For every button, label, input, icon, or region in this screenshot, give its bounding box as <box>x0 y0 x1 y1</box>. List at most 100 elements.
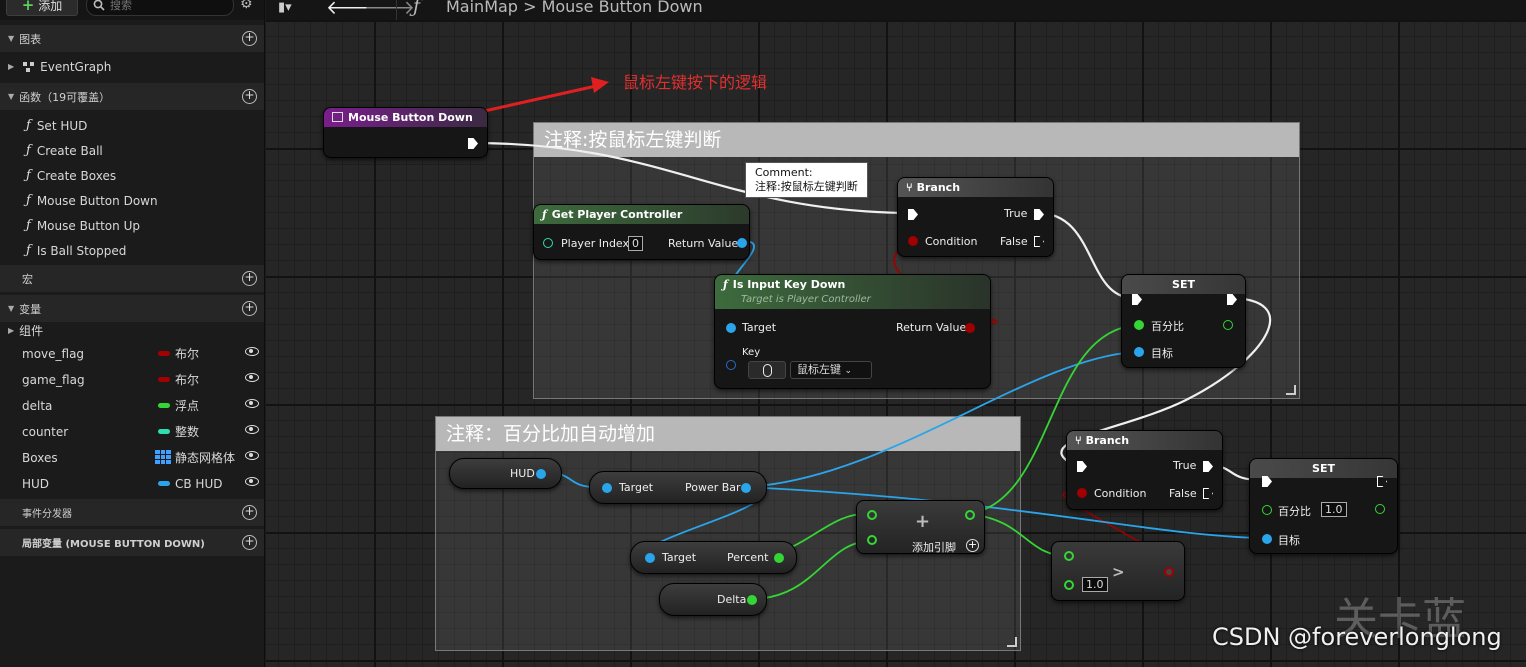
variable-item[interactable]: move_flag 布尔 <box>0 341 264 366</box>
percent-in-pin[interactable] <box>1134 320 1144 330</box>
bookmark-icon[interactable]: ▮▾ <box>278 0 292 15</box>
b-in-pin[interactable] <box>867 535 877 545</box>
node-is-input-key-down[interactable]: ƒ Is Input Key Down Target is Player Cont… <box>714 274 991 389</box>
target-pin[interactable] <box>1262 534 1272 544</box>
exec-in-pin[interactable] <box>908 209 918 220</box>
section-event-dispatchers[interactable]: 事件分发器 + <box>0 499 264 526</box>
compare-value-input[interactable]: 1.0 <box>1082 577 1108 592</box>
function-item[interactable]: ƒ Create Boxes <box>0 163 264 188</box>
gear-icon[interactable]: ⚙ <box>240 0 253 12</box>
eye-icon[interactable] <box>245 347 259 356</box>
function-item[interactable]: ƒ Is Ball Stopped <box>0 238 264 263</box>
add-local-variable-icon[interactable]: + <box>242 535 257 550</box>
a-in-pin[interactable] <box>1064 551 1074 561</box>
function-item[interactable]: ƒ Set HUD <box>0 113 264 138</box>
function-icon: ƒ <box>26 118 31 133</box>
blueprint-graph-canvas[interactable]: 注释:按鼠标左键判断 注释：百分比加自动增加 鼠标左键按下的逻辑 Mouse B… <box>266 20 1526 667</box>
condition-pin[interactable] <box>908 236 918 246</box>
variable-type: 布尔 <box>175 347 200 361</box>
target-pin[interactable] <box>645 553 655 563</box>
target-pin[interactable] <box>602 483 612 493</box>
section-variables[interactable]: ▼ 变量 + <box>0 295 264 322</box>
add-dispatcher-icon[interactable]: + <box>242 505 257 520</box>
add-pin-icon[interactable]: + <box>966 539 979 552</box>
section-macros[interactable]: 宏 + <box>0 265 264 292</box>
percent-out-pin[interactable] <box>1375 504 1385 514</box>
eye-icon[interactable] <box>245 451 259 460</box>
section-local-variables[interactable]: 局部变量 (MOUSE BUTTON DOWN) + <box>0 529 264 556</box>
false-exec-pin[interactable] <box>1034 236 1044 247</box>
key-pin[interactable] <box>726 360 736 370</box>
node-branch-1[interactable]: ⑂ Branch True Condition False <box>897 177 1054 257</box>
exec-in-pin[interactable] <box>1077 461 1087 472</box>
variable-item[interactable]: game_flag 布尔 <box>0 367 264 392</box>
breadcrumb-root[interactable]: MainMap <box>446 0 518 16</box>
percent-value-input[interactable]: 1.0 <box>1321 502 1347 517</box>
add-label: 添加 <box>38 0 63 13</box>
player-index-input[interactable]: 0 <box>628 236 643 251</box>
exec-in-pin[interactable] <box>1132 294 1142 305</box>
exec-out-pin[interactable] <box>468 138 478 149</box>
add-variable-icon[interactable]: + <box>242 301 257 316</box>
node-set-percent-1[interactable]: SET 百分比 目标 <box>1121 274 1246 368</box>
add-graph-icon[interactable]: + <box>242 31 257 46</box>
percent-in-pin[interactable] <box>1262 505 1272 515</box>
search-input[interactable] <box>110 0 220 12</box>
node-branch-2[interactable]: ⑂ Branch True Condition False <box>1066 430 1223 510</box>
result-out-pin[interactable] <box>1164 567 1174 577</box>
node-get-hud[interactable]: HUD <box>449 458 562 489</box>
node-greater-than[interactable]: 1.0 > <box>1051 541 1185 601</box>
section-functions[interactable]: ▼ 函数（19可覆盖） + <box>0 83 264 110</box>
event-graph-icon <box>23 61 35 72</box>
key-capture-button[interactable] <box>748 361 786 379</box>
array-type-icon <box>155 450 171 464</box>
a-in-pin[interactable] <box>867 510 877 520</box>
components-group[interactable]: ▶ 组件 <box>0 319 264 341</box>
exec-out-pin[interactable] <box>1227 294 1237 305</box>
percent-out-pin[interactable] <box>774 553 784 563</box>
condition-pin[interactable] <box>1077 488 1087 498</box>
graph-item-eventgraph[interactable]: ▶ EventGraph <box>0 54 264 79</box>
forward-arrow-icon[interactable]: 🡒 <box>364 0 415 19</box>
node-add[interactable]: + 添加引脚 + <box>856 500 985 554</box>
variable-item[interactable]: delta 浮点 <box>0 393 264 418</box>
b-in-pin[interactable] <box>1064 580 1074 590</box>
node-get-percent[interactable]: Target Percent <box>630 541 797 574</box>
node-mouse-button-down[interactable]: Mouse Button Down <box>323 107 488 158</box>
node-get-power-bar[interactable]: Target Power Bar <box>589 471 767 504</box>
plus-icon: + <box>21 0 35 14</box>
key-select[interactable]: 鼠标左键 ⌄ <box>790 361 872 379</box>
add-function-icon[interactable]: + <box>242 89 257 104</box>
variable-item[interactable]: HUD CB HUD <box>0 471 264 496</box>
node-get-player-controller[interactable]: ƒ Get Player Controller Player Index 0 Re… <box>533 204 750 260</box>
node-set-percent-2[interactable]: SET 百分比 1.0 目标 <box>1249 458 1398 554</box>
function-item[interactable]: ƒ Mouse Button Down <box>0 188 264 213</box>
function-item[interactable]: ƒ Create Ball <box>0 138 264 163</box>
true-exec-pin[interactable] <box>1203 461 1213 472</box>
true-exec-pin[interactable] <box>1034 209 1044 220</box>
variable-item[interactable]: counter 整数 <box>0 419 264 444</box>
delta-out-pin[interactable] <box>747 595 757 605</box>
target-pin[interactable] <box>726 323 736 333</box>
eye-icon[interactable] <box>245 399 259 408</box>
false-exec-pin[interactable] <box>1203 488 1213 499</box>
result-out-pin[interactable] <box>965 510 975 520</box>
target-pin[interactable] <box>1134 347 1144 357</box>
add-button[interactable]: + 添加 <box>6 0 78 16</box>
eye-icon[interactable] <box>245 373 259 382</box>
power-bar-out-pin[interactable] <box>741 483 751 493</box>
eye-icon[interactable] <box>245 425 259 434</box>
add-macro-icon[interactable]: + <box>242 271 257 286</box>
variable-item[interactable]: Boxes 静态网格体 <box>0 445 264 470</box>
section-graphs[interactable]: ▼ 图表 + <box>0 25 264 52</box>
eye-icon[interactable] <box>245 477 259 486</box>
percent-out-pin[interactable] <box>1223 320 1233 330</box>
node-get-delta[interactable]: Delta <box>659 583 767 616</box>
return-value-pin[interactable] <box>965 323 975 333</box>
hud-out-pin[interactable] <box>536 469 546 479</box>
return-value-pin[interactable] <box>737 238 747 248</box>
search-box[interactable] <box>86 0 234 16</box>
player-index-pin[interactable] <box>543 238 553 248</box>
collapse-arrow-icon: ▼ <box>8 304 15 313</box>
function-item[interactable]: ƒ Mouse Button Up <box>0 213 264 238</box>
